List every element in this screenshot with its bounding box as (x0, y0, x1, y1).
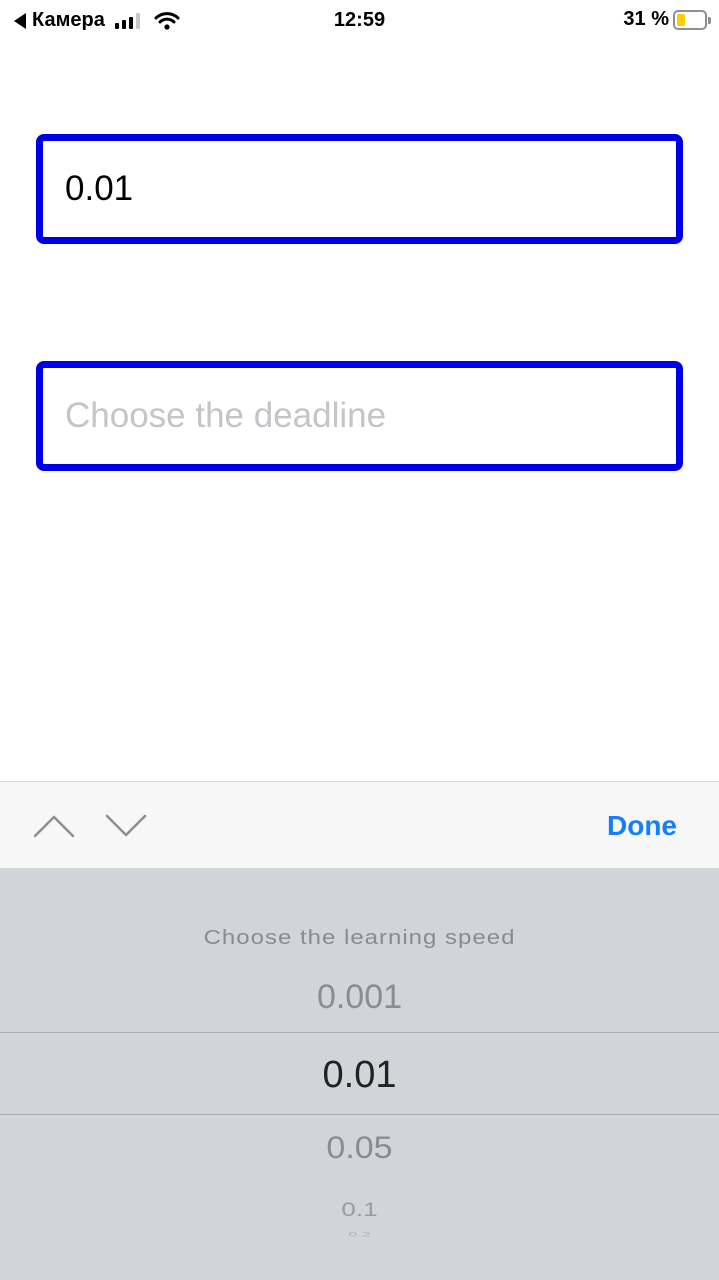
learning-speed-picker[interactable]: Choose the learning speed 0.001 0.01 0.0… (0, 868, 719, 1280)
picker-option[interactable]: 0.05 (0, 1131, 719, 1167)
deadline-placeholder: Choose the deadline (65, 396, 387, 435)
chevron-down-icon[interactable] (104, 806, 148, 846)
done-button[interactable]: Done (607, 810, 677, 842)
deadline-input[interactable]: Choose the deadline (36, 361, 683, 471)
picker-title: Choose the learning speed (203, 926, 516, 950)
picker-option[interactable]: 0.1 (0, 1198, 719, 1221)
status-bar: Камера 12:59 31 % (0, 0, 719, 40)
learning-rate-value: 0.01 (65, 169, 134, 208)
status-time: 12:59 (333, 9, 386, 31)
learning-rate-input[interactable]: 0.01 (36, 134, 683, 244)
battery-indicator: 31 % (623, 8, 711, 31)
battery-percent: 31 % (623, 8, 669, 30)
picker-option[interactable]: 0.001 (0, 978, 719, 1017)
selection-divider-top (0, 1032, 719, 1033)
picker-option-selected[interactable]: 0.01 (0, 1054, 719, 1097)
selection-divider-bottom (0, 1114, 719, 1115)
chevron-up-icon[interactable] (32, 806, 76, 846)
picker-option[interactable]: 0.2 (0, 1231, 719, 1238)
battery-icon (673, 9, 711, 30)
battery-fill (677, 13, 685, 26)
keyboard-accessory-toolbar: Done (0, 781, 719, 868)
